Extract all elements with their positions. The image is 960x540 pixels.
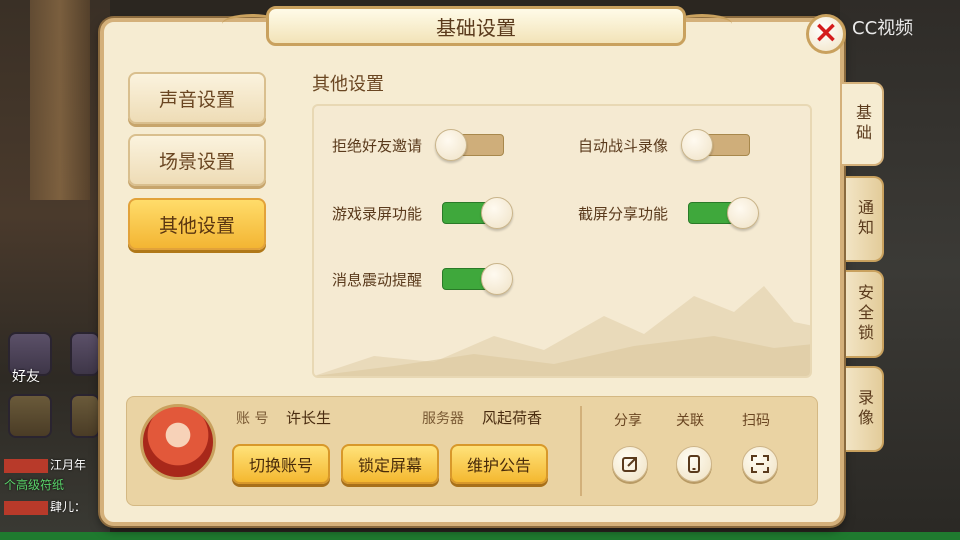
toggle-knob — [481, 197, 514, 229]
chat-line: 江月年 — [4, 456, 86, 473]
menu-other-settings[interactable]: 其他设置 — [128, 198, 266, 250]
tab-notification[interactable]: 通知 — [846, 176, 884, 262]
voice-icon[interactable] — [70, 394, 100, 438]
menu-sound-settings[interactable]: 声音设置 — [128, 72, 266, 124]
link-label: 关联 — [676, 413, 704, 429]
window-title: 基础设置 — [266, 6, 686, 46]
share-icon — [622, 457, 637, 472]
tab-security-lock[interactable]: 安全锁 — [846, 270, 884, 358]
scan-label: 扫码 — [742, 413, 770, 429]
chat-icon[interactable] — [8, 394, 52, 438]
switch-account-button[interactable]: 切换账号 — [232, 444, 330, 484]
toggle-switch[interactable] — [442, 263, 514, 295]
link-button[interactable] — [676, 446, 712, 482]
mountain-decoration — [314, 286, 810, 376]
share-button[interactable] — [612, 446, 648, 482]
menu-scene-settings[interactable]: 场景设置 — [128, 134, 266, 186]
setting-message-vibrate: 消息震动提醒 — [332, 263, 514, 295]
setting-screenshot-share: 截屏分享功能 — [578, 197, 760, 229]
scene-pillar — [30, 0, 90, 200]
setting-screen-record: 游戏录屏功能 — [332, 197, 514, 229]
setting-label: 自动战斗录像 — [578, 136, 669, 155]
setting-label: 截屏分享功能 — [578, 204, 669, 223]
share-label: 分享 — [614, 413, 642, 429]
chat-line: 肆儿： — [4, 498, 86, 515]
toggle-switch[interactable] — [435, 129, 505, 161]
tab-recording[interactable]: 录像 — [846, 366, 884, 452]
chat-channel-tag — [4, 458, 48, 473]
toggle-switch[interactable] — [681, 129, 751, 161]
toggle-knob — [681, 129, 714, 161]
lock-screen-button[interactable]: 锁定屏幕 — [341, 444, 439, 484]
account-label: 账 号 — [236, 411, 269, 427]
toggle-knob — [727, 197, 760, 229]
section-title: 其他设置 — [312, 74, 384, 95]
chat-channel-tag — [4, 500, 48, 515]
tab-basic[interactable]: 基础 — [842, 82, 884, 166]
setting-label: 拒绝好友邀请 — [332, 136, 423, 155]
phone-icon — [688, 455, 700, 473]
bar-divider — [580, 406, 582, 496]
mail-icon[interactable] — [70, 332, 100, 376]
server-label: 服务器 — [422, 411, 464, 427]
setting-reject-friend-invite: 拒绝好友邀请 — [332, 129, 505, 161]
close-button[interactable]: × — [806, 14, 846, 54]
chat-line: 个高级符纸 — [4, 478, 65, 492]
setting-label: 游戏录屏功能 — [332, 204, 423, 223]
scan-icon — [751, 455, 769, 473]
scene-bottom-strip — [0, 532, 960, 540]
server-value: 风起荷香 — [482, 409, 543, 427]
toggle-switch[interactable] — [688, 197, 760, 229]
toggle-switch[interactable] — [442, 197, 514, 229]
watermark: CC视频 — [852, 18, 914, 39]
toggle-knob — [435, 129, 468, 161]
avatar[interactable] — [140, 404, 216, 480]
setting-auto-battle-record: 自动战斗录像 — [578, 129, 751, 161]
maintenance-notice-button[interactable]: 维护公告 — [450, 444, 548, 484]
setting-label: 消息震动提醒 — [332, 270, 423, 289]
toggle-knob — [481, 263, 514, 295]
friends-label: 好友 — [12, 369, 40, 385]
scan-button[interactable] — [742, 446, 778, 482]
account-value: 许长生 — [286, 409, 332, 427]
